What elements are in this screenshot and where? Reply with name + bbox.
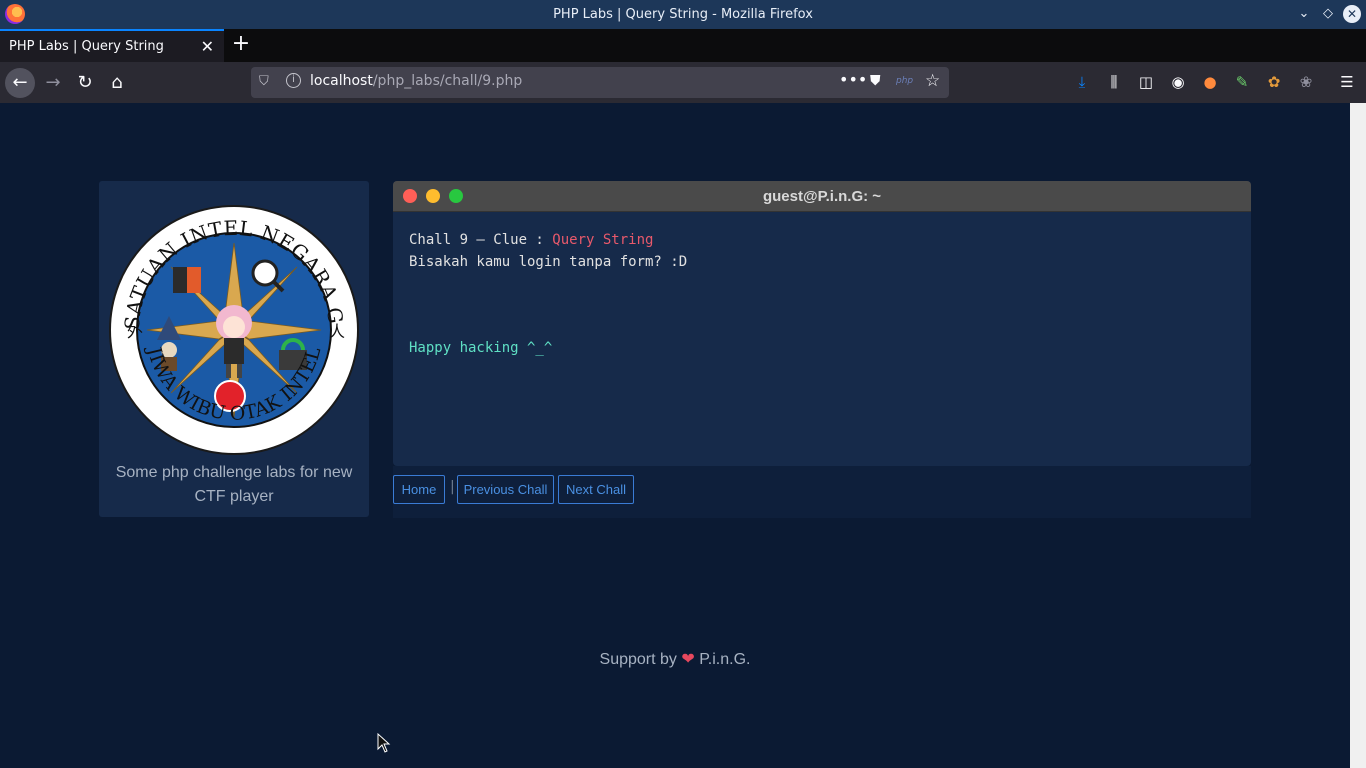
window-titlebar: PHP Labs | Query String - Mozilla Firefo…: [0, 0, 1366, 29]
maximize-icon[interactable]: ◇: [1320, 6, 1336, 22]
tab-label: PHP Labs | Query String: [9, 39, 164, 54]
back-icon[interactable]: ←: [5, 68, 35, 98]
page-actions-icon[interactable]: •••: [839, 70, 867, 89]
clue-prefix: Chall 9 — Clue :: [409, 232, 553, 248]
page-content: PERSATUAN INTEL NEGARA GAJIN JIWA WIBU O…: [0, 103, 1350, 768]
downloads-icon[interactable]: ⤓: [1072, 72, 1092, 92]
extension-gray-icon[interactable]: ❀: [1296, 72, 1316, 92]
previous-chall-button[interactable]: Previous Chall: [457, 475, 554, 504]
sidebar-icon[interactable]: ◫: [1136, 72, 1156, 92]
terminal-header: guest@P.i.n.G: ~: [393, 181, 1251, 212]
nav-separator: |: [450, 479, 455, 495]
sidebar-card: PERSATUAN INTEL NEGARA GAJIN JIWA WIBU O…: [99, 181, 369, 517]
account-icon[interactable]: ◉: [1168, 72, 1188, 92]
reload-icon[interactable]: ↻: [70, 68, 100, 98]
mouse-cursor-icon: [377, 733, 391, 753]
extension-orange-icon[interactable]: ●: [1200, 72, 1220, 92]
footer-prefix: Support by: [599, 651, 682, 668]
next-chall-button[interactable]: Next Chall: [558, 475, 634, 504]
window-title: PHP Labs | Query String - Mozilla Firefo…: [553, 7, 813, 22]
new-tab-icon[interactable]: +: [230, 33, 252, 57]
terminal-window: guest@P.i.n.G: ~ Chall 9 — Clue : Query …: [393, 181, 1251, 466]
sidebar-tagline: Some php challenge labs for new CTF play…: [115, 464, 353, 505]
url-path: /php_labs/chall/9.php: [372, 73, 523, 89]
clue-value: Query String: [552, 232, 654, 248]
clue-line: Chall 9 — Clue : Query String: [409, 229, 687, 251]
home-icon[interactable]: ⌂: [102, 68, 132, 98]
url-host: localhost: [310, 73, 373, 89]
extension-pencil-icon[interactable]: ✎: [1232, 72, 1252, 92]
tab-close-icon[interactable]: ✕: [201, 37, 214, 56]
logo-right-char: 人: [329, 322, 345, 341]
logo-left-char: 外: [127, 322, 143, 341]
home-button[interactable]: Home: [393, 475, 445, 504]
firefox-logo-icon: [5, 4, 25, 24]
url-text[interactable]: localhost/php_labs/chall/9.php: [310, 73, 522, 89]
footer: Support by ❤ P.i.n.G.: [0, 649, 1350, 669]
site-info-icon[interactable]: i: [286, 73, 301, 88]
terminal-body: Chall 9 — Clue : Query String Bisakah ka…: [409, 229, 687, 359]
bookmark-star-icon[interactable]: ☆: [925, 71, 940, 91]
forward-icon[interactable]: →: [38, 68, 68, 98]
tab-strip: PHP Labs | Query String ✕ +: [0, 29, 1366, 62]
tab-active[interactable]: PHP Labs | Query String ✕: [0, 29, 224, 62]
close-window-icon[interactable]: ✕: [1343, 5, 1361, 23]
terminal-title: guest@P.i.n.G: ~: [762, 188, 882, 205]
library-icon[interactable]: ⫼: [1104, 72, 1124, 92]
ping-logo-icon: PERSATUAN INTEL NEGARA GAJIN JIWA WIBU O…: [109, 205, 359, 455]
url-bar[interactable]: ⛉ i localhost/php_labs/chall/9.php ••• ⛊…: [251, 67, 949, 98]
footer-suffix: P.i.n.G.: [694, 651, 751, 668]
pocket-icon[interactable]: ⛊: [870, 73, 881, 89]
minimize-icon[interactable]: ⌄: [1296, 6, 1312, 22]
chall-nav: Home | Previous Chall Next Chall: [393, 466, 1251, 518]
question-line: Bisakah kamu login tanpa form? :D: [409, 254, 688, 270]
navigation-toolbar: ← → ↻ ⌂ ⛉ i localhost/php_labs/chall/9.p…: [0, 62, 1366, 103]
closing-line: Happy hacking ^_^: [409, 340, 553, 356]
menu-hamburger-icon[interactable]: ☰: [1337, 72, 1357, 92]
page-scrollbar[interactable]: [1350, 103, 1366, 768]
tracking-shield-icon[interactable]: ⛉: [259, 74, 269, 89]
extension-cookie-icon[interactable]: ✿: [1264, 72, 1284, 92]
heart-icon: ❤: [681, 651, 695, 668]
php-badge-icon: php: [896, 76, 914, 86]
